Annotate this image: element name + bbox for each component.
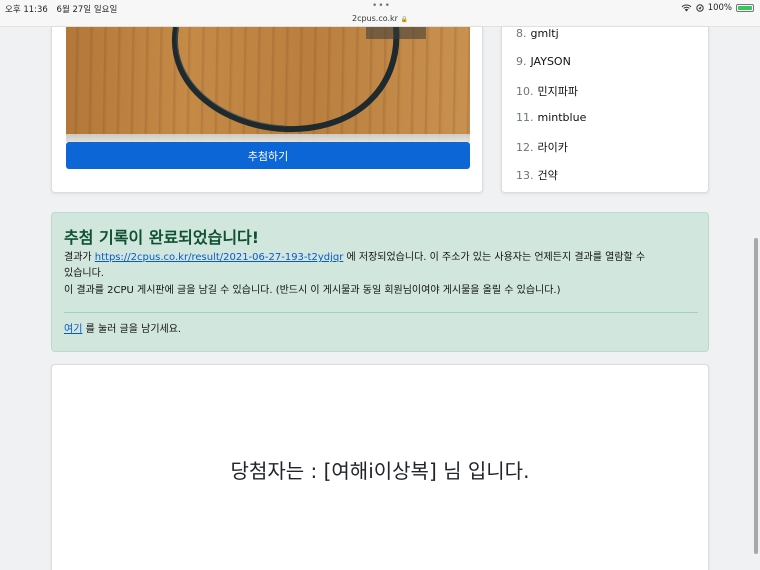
wifi-icon (681, 4, 692, 12)
list-item: 11. mintblue (516, 111, 586, 124)
more-dots-icon[interactable]: ••• (372, 2, 391, 11)
rank-number: 9. (516, 55, 527, 68)
alert-line-3: 이 결과를 2CPU 게시판에 글을 남길 수 있습니다. (반드시 이 게시물… (64, 285, 561, 296)
draw-card: 추첨하기 (51, 27, 483, 193)
list-item: 9. JAYSON (516, 55, 571, 68)
battery-percent: 100% (707, 3, 732, 13)
rank-number: 10. (516, 85, 534, 98)
winner-card: 당첨자는 : [여해i이상복] 님 입니다. (51, 364, 709, 570)
alert-line-2: 있습니다. (64, 268, 104, 279)
rank-name: 건약 (537, 169, 558, 182)
lock-icon: 🔒 (400, 16, 408, 23)
url-text: 2cpus.co.kr (352, 14, 398, 23)
cable-loop (171, 27, 426, 133)
rank-number: 8. (516, 27, 527, 40)
rank-number: 13. (516, 169, 534, 182)
address-bar[interactable]: 2cpus.co.kr 🔒 (0, 14, 760, 23)
metal-plate (66, 134, 470, 142)
alert-heading: 추첨 기록이 완료되었습니다! (64, 228, 260, 247)
alert-divider (64, 312, 698, 313)
ranking-card: 8. gmltj 9. JAYSON 10. 민지파파 11. mintblue 12.… (501, 27, 709, 193)
here-link[interactable]: 여기 (64, 324, 82, 335)
alert-prefix: 결과가 (64, 252, 95, 263)
page-scrollbar[interactable] (754, 238, 758, 554)
status-bar: 오후 11:36 6월 27일 일요일 ••• 2cpus.co.kr 🔒 10… (0, 0, 760, 27)
rank-name: 라이카 (537, 141, 568, 154)
here-suffix: 를 눌러 글을 남기세요. (82, 324, 182, 335)
list-item: 10. 민지파파 (516, 83, 578, 99)
winner-text: 당첨자는 : [여해i이상복] 님 입니다. (230, 459, 530, 483)
status-right: 100% (681, 3, 754, 13)
draw-button[interactable]: 추첨하기 (66, 142, 470, 169)
list-item: 13. 건약 (516, 167, 558, 183)
rank-name: mintblue (537, 111, 587, 124)
location-icon (695, 4, 704, 12)
alert-line-4: 여기 를 눌러 글을 남기세요. (64, 323, 181, 337)
rank-name: gmltj (530, 27, 559, 40)
rank-number: 12. (516, 141, 534, 154)
result-alert: 추첨 기록이 완료되었습니다! 결과가 https://2cpus.co.kr/… (51, 212, 709, 352)
rank-number: 11. (516, 111, 534, 124)
alert-suffix: 에 저장되었습니다. 이 주소가 있는 사용자는 언제든지 결과를 열람할 수 (343, 252, 646, 263)
list-item: 12. 라이카 (516, 139, 568, 155)
rank-name: 민지파파 (537, 85, 578, 98)
cable-photo (66, 27, 470, 142)
result-link[interactable]: https://2cpus.co.kr/result/2021-06-27-19… (95, 252, 344, 263)
rank-name: JAYSON (530, 55, 571, 68)
battery-icon (736, 4, 754, 12)
list-item: 8. gmltj (516, 27, 559, 40)
alert-line-1: 결과가 https://2cpus.co.kr/result/2021-06-2… (64, 251, 704, 265)
